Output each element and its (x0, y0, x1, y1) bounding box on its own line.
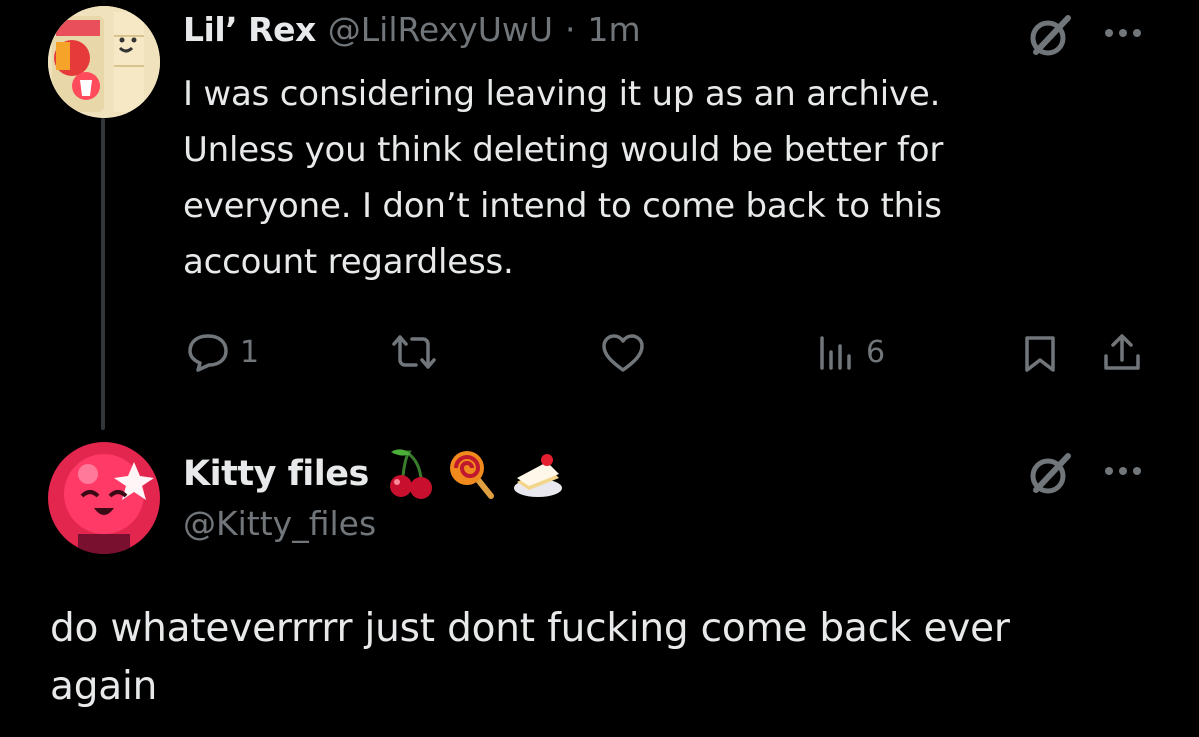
share-button[interactable] (1100, 332, 1144, 374)
display-name[interactable]: Kitty files (183, 454, 369, 494)
views-button[interactable]: 6 (816, 332, 885, 372)
tweet1-text: I was considering leaving it up as an ar… (183, 66, 1103, 290)
retweet-button[interactable] (388, 332, 440, 372)
analytics-icon (816, 332, 856, 372)
display-name[interactable]: Lil’ Rex (183, 10, 316, 49)
bookmark-button[interactable] (1022, 334, 1058, 374)
tweet-text-line: again (50, 664, 158, 709)
reply-count: 1 (240, 334, 260, 370)
reply-icon (186, 332, 230, 372)
tweet-text-line: account regardless. (183, 242, 514, 282)
tweet2-text: do whateverrrrr just dont fucking come b… (50, 600, 1160, 716)
avatar-image (48, 442, 160, 554)
avatar-lil-rex[interactable] (48, 6, 160, 118)
heart-icon (600, 332, 646, 374)
avatar-image (48, 6, 160, 118)
grok-icon[interactable] (1026, 12, 1074, 60)
tweet2-header: Kitty files (183, 448, 565, 500)
bookmark-icon (1025, 336, 1055, 372)
lollipop-emoji (447, 448, 497, 500)
dot-separator: · (565, 10, 576, 49)
grok-icon[interactable] (1026, 450, 1074, 498)
tweet1-header: Lil’ Rex @LilRexyUwU · 1m (183, 10, 641, 56)
more-options-icon[interactable] (1103, 26, 1143, 40)
tweet-text-line: I was considering leaving it up as an ar… (183, 74, 941, 114)
user-handle[interactable]: @LilRexyUwU (328, 10, 553, 49)
views-count: 6 (866, 334, 886, 370)
reply-button[interactable]: 1 (186, 332, 259, 372)
user-handle[interactable]: @Kitty_files (183, 504, 376, 543)
like-button[interactable] (600, 332, 646, 374)
timestamp[interactable]: 1m (588, 10, 641, 49)
tweet-text-line: do whateverrrrr just dont fucking come b… (50, 606, 1010, 651)
more-options-icon[interactable] (1103, 464, 1143, 478)
cake-emoji (511, 448, 565, 500)
cherries-emoji (383, 448, 433, 500)
share-icon (1104, 334, 1140, 370)
thread-connector-line (101, 118, 105, 430)
retweet-icon (388, 332, 440, 372)
avatar-kitty-files[interactable] (48, 442, 160, 554)
tweet-text-line: everyone. I don’t intend to come back to… (183, 186, 942, 226)
tweet-text-line: Unless you think deleting would be bette… (183, 130, 944, 170)
